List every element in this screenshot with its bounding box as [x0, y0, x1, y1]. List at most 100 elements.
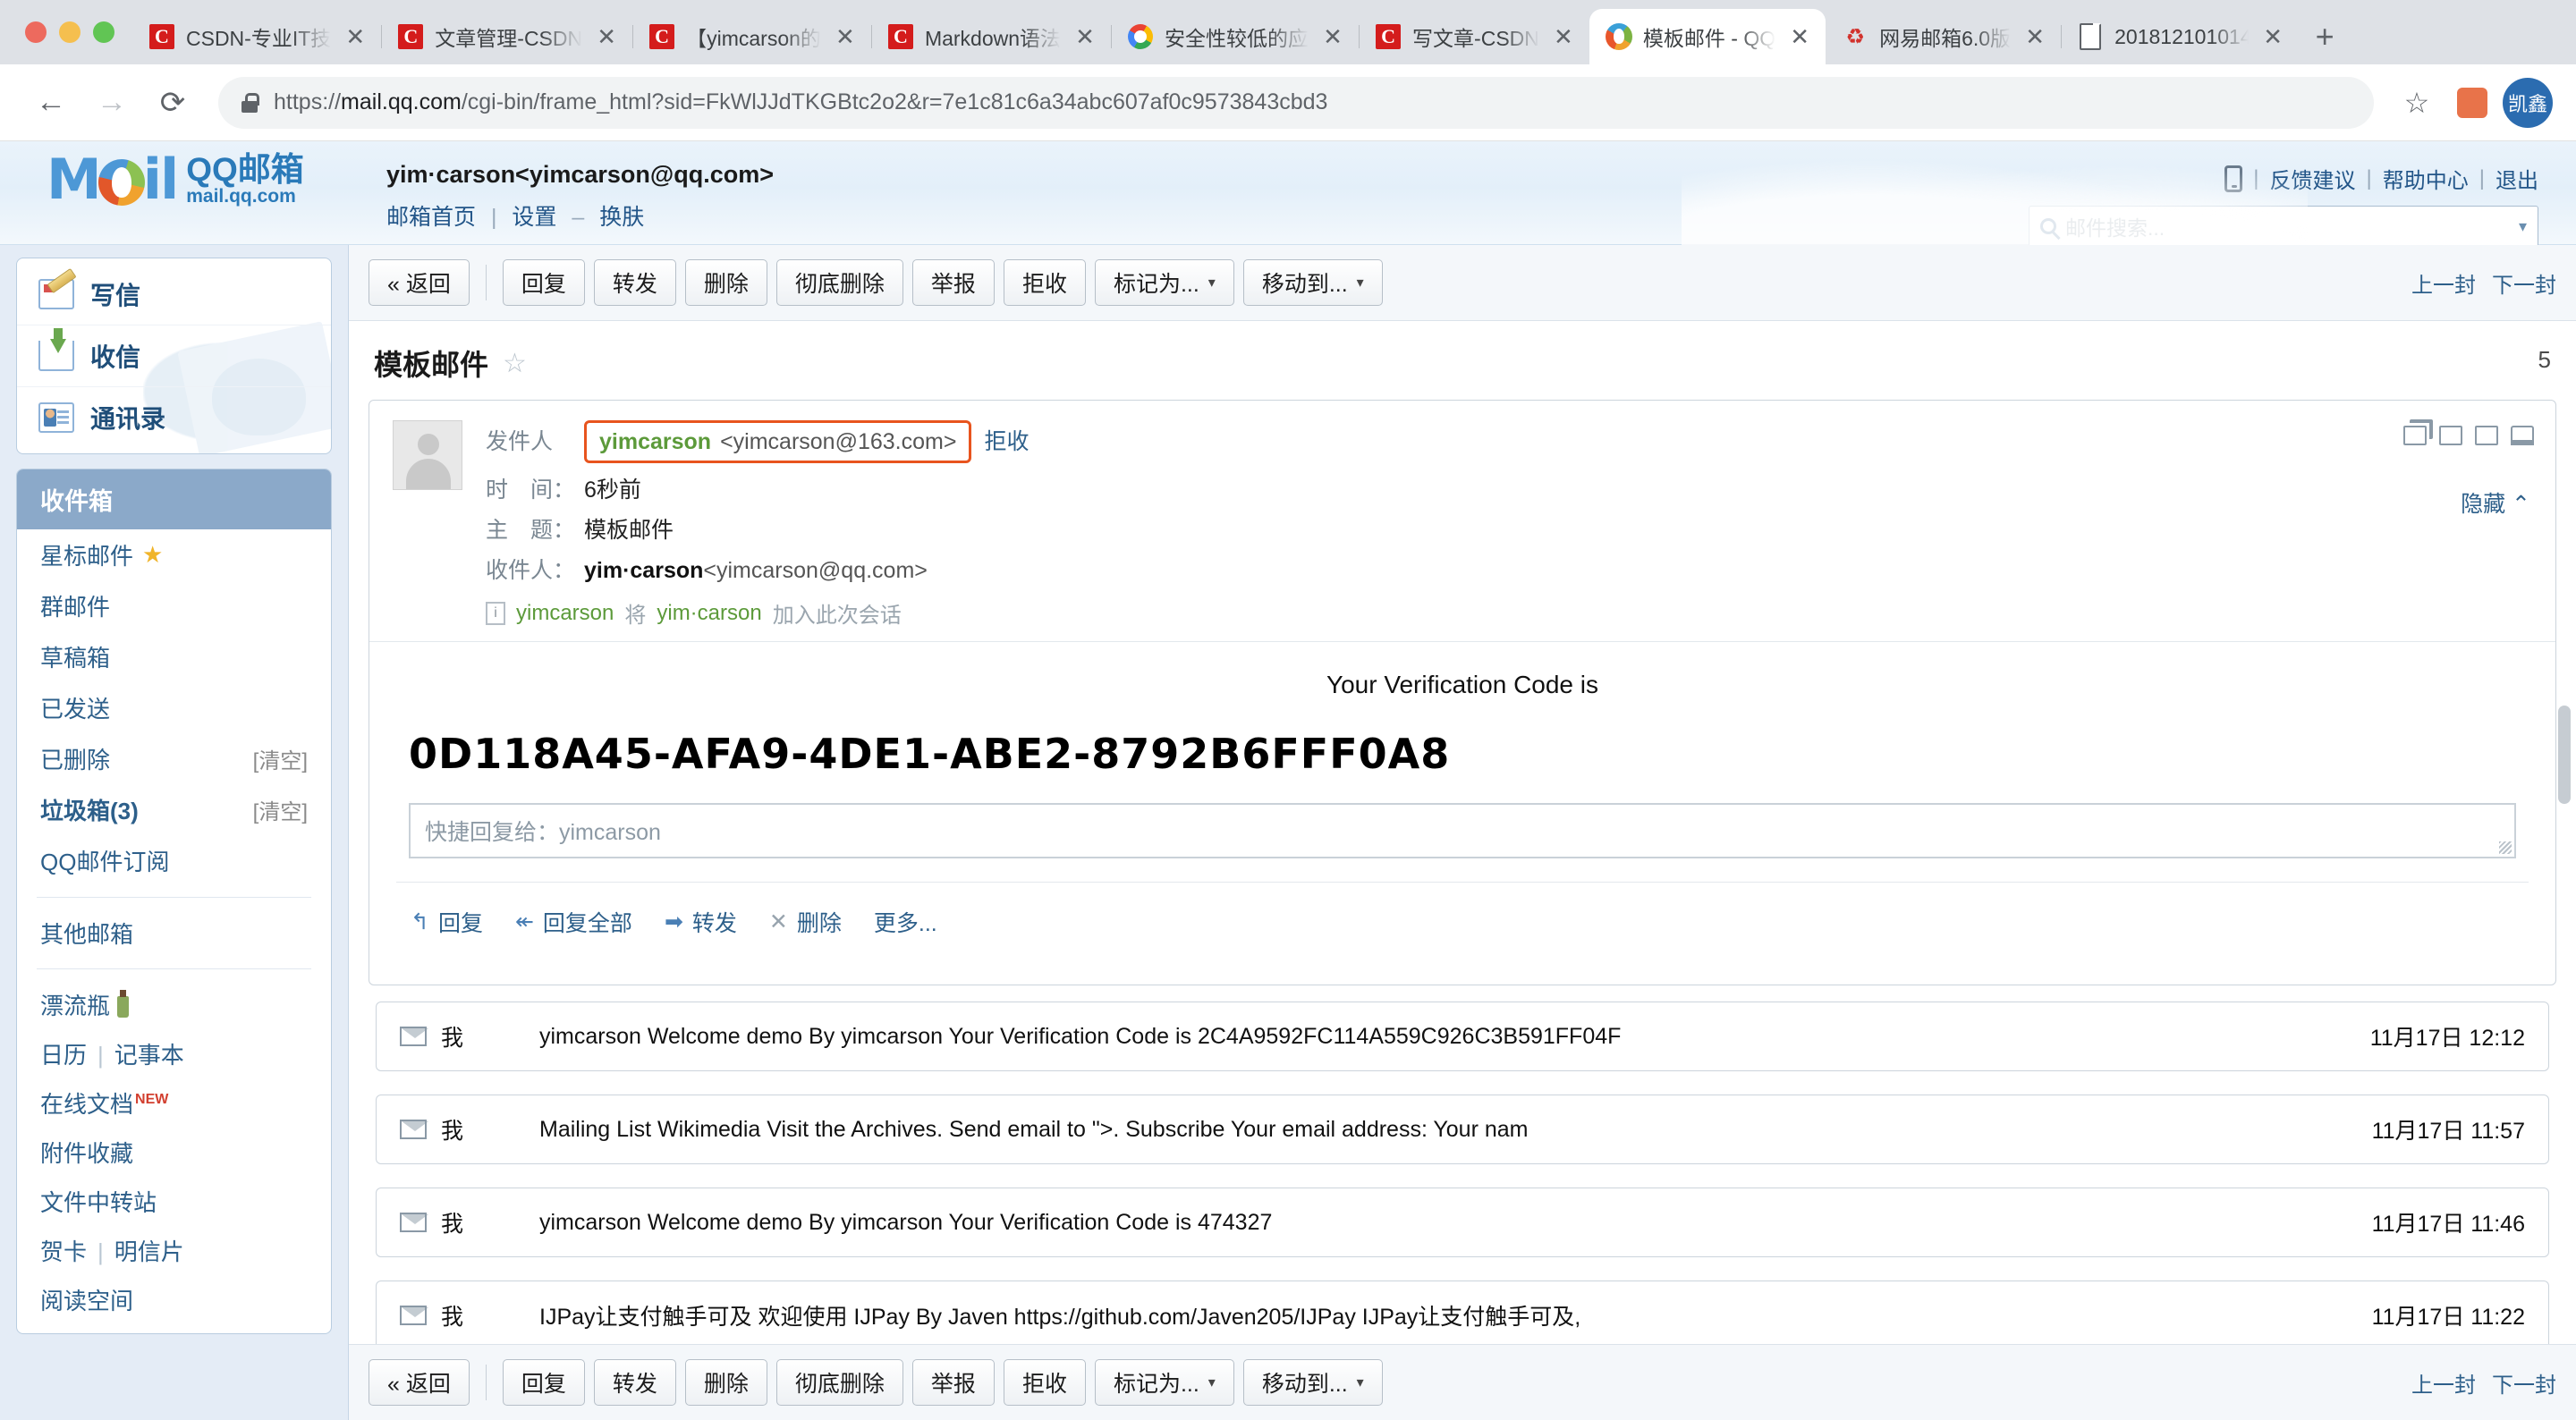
- close-icon[interactable]: ✕: [2259, 25, 2286, 48]
- report-button[interactable]: 举报: [911, 259, 995, 306]
- delete-button[interactable]: 删除: [684, 1359, 767, 1406]
- collapse-link[interactable]: 隐藏 ⌃: [2461, 486, 2530, 519]
- sidebar-item-calendar-notes[interactable]: 日历 | 记事本: [17, 1029, 331, 1078]
- quick-reply-input[interactable]: 快捷回复给：yimcarson: [409, 803, 2516, 858]
- sidebar-item-label-2[interactable]: 记事本: [114, 1042, 184, 1069]
- sidebar-item-inbox[interactable]: 收件箱: [17, 469, 331, 529]
- chevron-down-icon[interactable]: ▾: [2519, 217, 2527, 236]
- sidebar-item-other-mailbox[interactable]: 其他邮箱: [17, 909, 331, 958]
- more-action[interactable]: 更多...: [874, 906, 937, 938]
- sender-highlight[interactable]: yimcarson <yimcarson@163.com>: [584, 420, 972, 463]
- skin-link[interactable]: 换肤: [599, 205, 644, 230]
- mark-as-dropdown[interactable]: 标记为... ▾: [1094, 1359, 1234, 1406]
- sidebar-item-starred[interactable]: 星标邮件 ★: [17, 529, 331, 580]
- mobile-icon[interactable]: [2224, 165, 2243, 192]
- browser-tab-7-active[interactable]: 模板邮件 - QQ ✕: [1589, 9, 1826, 64]
- star-icon[interactable]: ☆: [503, 348, 527, 379]
- sidebar-item-drift-bottle[interactable]: 漂流瓶: [17, 980, 331, 1029]
- extension-icon[interactable]: [2447, 78, 2497, 128]
- help-center-link[interactable]: 帮助中心: [2383, 163, 2469, 194]
- back-button[interactable]: « 返回: [369, 1359, 470, 1406]
- sidebar-item-online-docs[interactable]: 在线文档 NEW: [17, 1078, 331, 1128]
- table-row[interactable]: 我 IJPay让支付触手可及 欢迎使用 IJPay By Javen https…: [376, 1281, 2549, 1344]
- logout-link[interactable]: 退出: [2496, 163, 2538, 194]
- sidebar-item-action[interactable]: [清空]: [253, 794, 308, 825]
- settings-link[interactable]: 设置: [512, 205, 556, 230]
- forward-icon[interactable]: →: [84, 75, 140, 131]
- reply-action[interactable]: ↰ 回复: [411, 906, 483, 938]
- reply-button[interactable]: 回复: [502, 259, 585, 306]
- sidebar-item-group-mail[interactable]: 群邮件: [17, 580, 331, 631]
- sidebar-item-action[interactable]: [清空]: [253, 743, 308, 774]
- table-row[interactable]: 我 yimcarson Welcome demo By yimcarson Yo…: [376, 1002, 2549, 1071]
- maximize-window-button[interactable]: [93, 21, 114, 43]
- sidebar-item-compose[interactable]: 写信: [17, 264, 331, 325]
- browser-tab-6[interactable]: C 写文章-CSDN ✕: [1359, 9, 1589, 64]
- close-window-button[interactable]: [25, 21, 47, 43]
- browser-tab-2[interactable]: C 文章管理-CSDN ✕: [381, 9, 632, 64]
- close-icon[interactable]: ✕: [1550, 25, 1577, 48]
- move-to-dropdown[interactable]: 移动到... ▾: [1242, 259, 1383, 306]
- reject-button[interactable]: 拒收: [1003, 259, 1086, 306]
- browser-tab-9[interactable]: 201812101014 ✕: [2061, 9, 2299, 64]
- sidebar-item-deleted[interactable]: 已删除 [清空]: [17, 733, 331, 784]
- sidebar-item-cards-postcards[interactable]: 贺卡 | 明信片: [17, 1226, 331, 1275]
- sidebar-item-contacts[interactable]: 通讯录: [17, 386, 331, 448]
- close-icon[interactable]: ✕: [2021, 25, 2048, 48]
- sidebar-item-subscription[interactable]: QQ邮件订阅: [17, 835, 331, 886]
- table-row[interactable]: 我 yimcarson Welcome demo By yimcarson Yo…: [376, 1188, 2549, 1257]
- sidebar-item-reading-space[interactable]: 阅读空间: [17, 1275, 331, 1324]
- reply-all-action[interactable]: ↞ 回复全部: [515, 906, 632, 938]
- sidebar-item-sent[interactable]: 已发送: [17, 682, 331, 733]
- sidebar-item-spam[interactable]: 垃圾箱(3) [清空]: [17, 784, 331, 835]
- reload-icon[interactable]: ⟳: [145, 75, 200, 131]
- qqmail-logo[interactable]: Mil QQ邮箱 mail.qq.com: [47, 152, 304, 207]
- sidebar-item-receive[interactable]: 收信: [17, 325, 331, 386]
- table-row[interactable]: 我 Mailing List Wikimedia Visit the Archi…: [376, 1095, 2549, 1164]
- close-icon[interactable]: ✕: [342, 25, 369, 48]
- sidebar-item-attachments[interactable]: 附件收藏: [17, 1128, 331, 1177]
- reject-sender-link[interactable]: 拒收: [984, 428, 1029, 455]
- mark-as-dropdown[interactable]: 标记为... ▾: [1094, 259, 1234, 306]
- address-input[interactable]: https://mail.qq.com/cgi-bin/frame_html?s…: [218, 76, 2374, 129]
- copy-icon[interactable]: [2403, 426, 2427, 445]
- close-icon[interactable]: ✕: [1319, 25, 1346, 48]
- permanent-delete-button[interactable]: 彻底删除: [775, 1359, 903, 1406]
- search-input[interactable]: 邮件搜索... ▾: [2029, 206, 2538, 247]
- reject-button[interactable]: 拒收: [1003, 1359, 1086, 1406]
- browser-tab-5[interactable]: 安全性较低的应 ✕: [1111, 9, 1359, 64]
- sidebar-item-file-transfer[interactable]: 文件中转站: [17, 1177, 331, 1226]
- print-icon[interactable]: [2511, 426, 2534, 445]
- browser-tab-4[interactable]: C Markdown语法 ✕: [870, 9, 1111, 64]
- close-icon[interactable]: ✕: [1072, 25, 1098, 48]
- note-icon[interactable]: [2439, 426, 2462, 445]
- close-icon[interactable]: ✕: [593, 25, 620, 48]
- bookmark-star-icon[interactable]: ☆: [2392, 78, 2442, 128]
- sidebar-item-label[interactable]: 日历: [40, 1042, 87, 1069]
- next-mail-link[interactable]: 下一封: [2492, 1367, 2556, 1399]
- back-icon[interactable]: ←: [23, 75, 79, 131]
- browser-tab-8[interactable]: ♻ 网易邮箱6.0版 ✕: [1826, 9, 2061, 64]
- permanent-delete-button[interactable]: 彻底删除: [775, 259, 903, 306]
- forward-action[interactable]: ➡ 转发: [665, 906, 737, 938]
- browser-tab-1[interactable]: C CSDN-专业IT技 ✕: [132, 9, 381, 64]
- delete-action[interactable]: ✕ 删除: [769, 906, 842, 938]
- home-link[interactable]: 邮箱首页: [386, 205, 476, 230]
- close-icon[interactable]: ✕: [832, 25, 859, 48]
- next-mail-link[interactable]: 下一封: [2492, 267, 2556, 299]
- prev-mail-link[interactable]: 上一封: [2411, 1367, 2476, 1399]
- sidebar-item-drafts[interactable]: 草稿箱: [17, 631, 331, 682]
- forward-button[interactable]: 转发: [593, 259, 676, 306]
- prev-mail-link[interactable]: 上一封: [2411, 267, 2476, 299]
- sidebar-item-label-2[interactable]: 明信片: [114, 1238, 184, 1265]
- delete-button[interactable]: 删除: [684, 259, 767, 306]
- move-to-dropdown[interactable]: 移动到... ▾: [1242, 1359, 1383, 1406]
- report-button[interactable]: 举报: [911, 1359, 995, 1406]
- scrollbar-thumb[interactable]: [2558, 706, 2571, 804]
- save-icon[interactable]: [2475, 426, 2498, 445]
- close-icon[interactable]: ✕: [1786, 25, 1813, 48]
- browser-tab-3[interactable]: C 【yimcarson的 ✕: [632, 9, 871, 64]
- back-button[interactable]: « 返回: [369, 259, 470, 306]
- minimize-window-button[interactable]: [59, 21, 80, 43]
- forward-button[interactable]: 转发: [593, 1359, 676, 1406]
